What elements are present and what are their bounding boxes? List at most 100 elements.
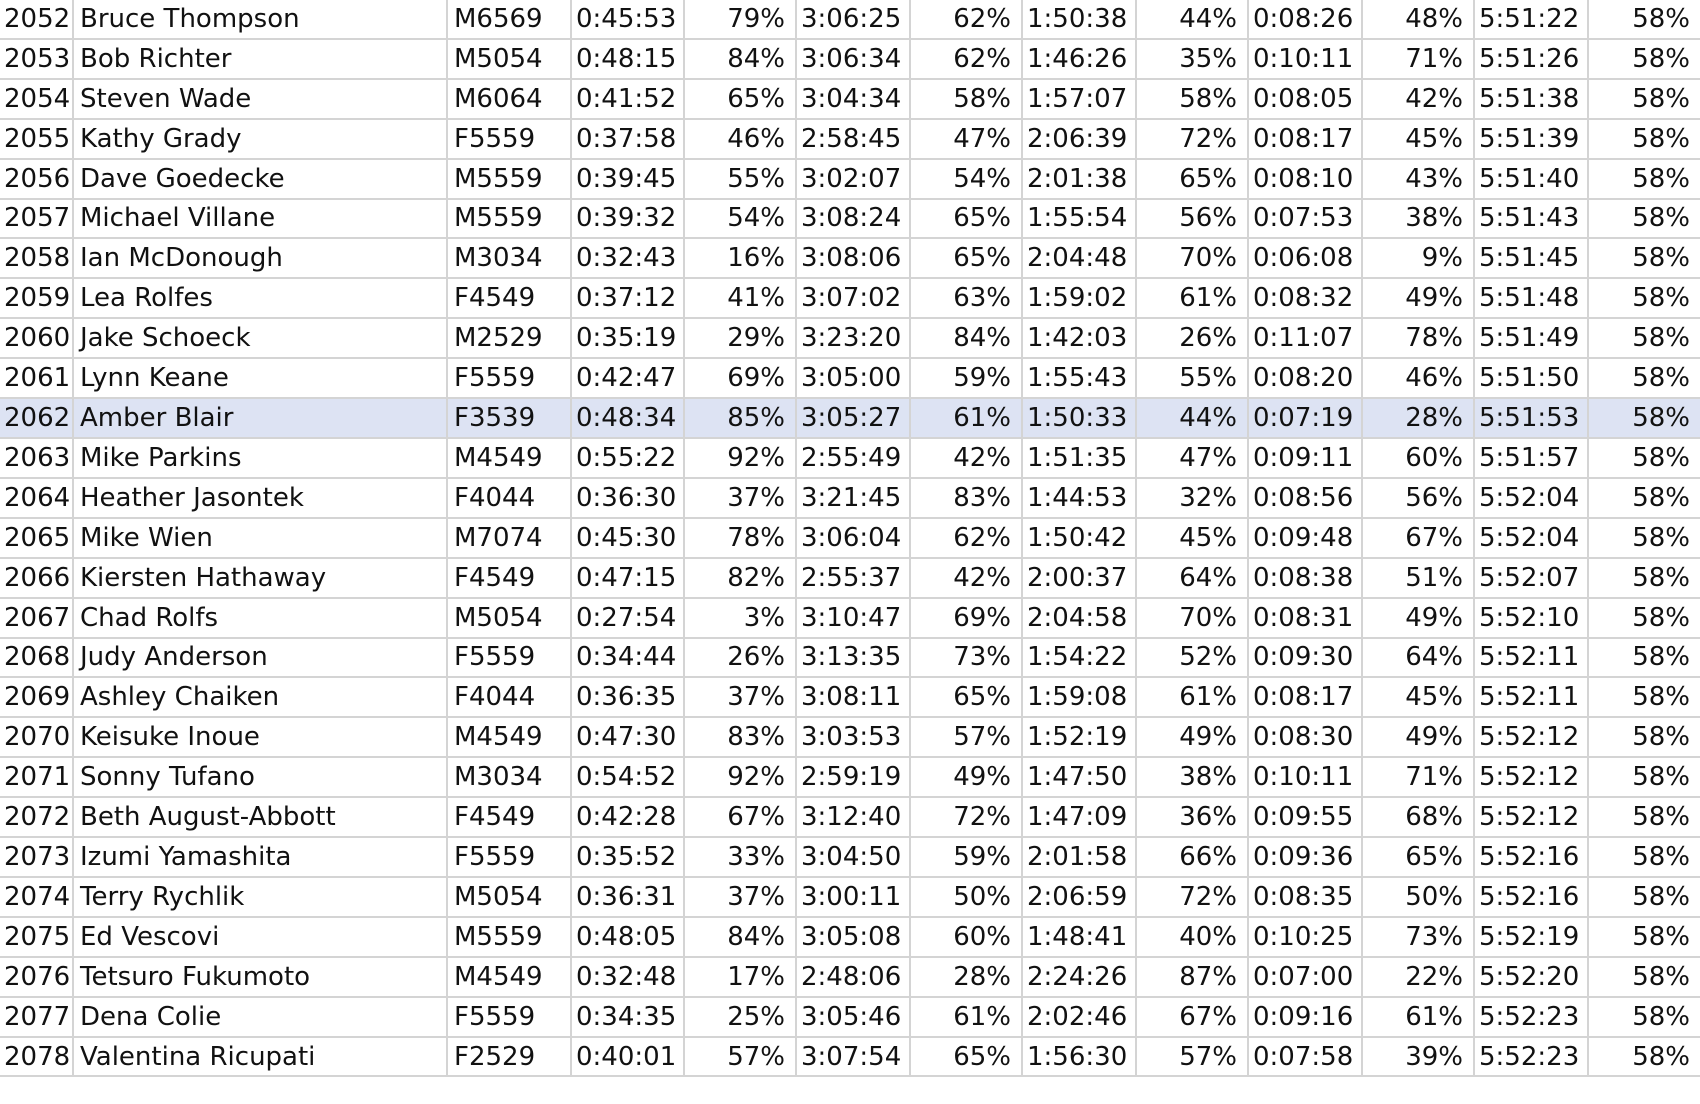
name-cell[interactable]: Keisuke Inoue [72,716,448,759]
run-time-cell[interactable]: 2:24:26 [1021,955,1137,998]
bib-cell[interactable]: 2062 [0,397,74,439]
run-pct-cell[interactable]: 70% [1135,237,1249,280]
bib-cell[interactable]: 2057 [0,197,74,240]
bib-cell[interactable]: 2064 [0,476,74,519]
bike-time-cell[interactable]: 2:55:49 [795,436,911,479]
swim-time-cell[interactable]: 0:35:19 [570,317,685,360]
name-cell[interactable]: Ian McDonough [72,237,448,280]
transition-time-cell[interactable]: 0:11:07 [1247,317,1363,360]
swim-pct-cell[interactable]: 83% [683,716,797,759]
table-row[interactable]: 2070 Keisuke Inoue M4549 0:47:30 83% 3:03:53 5… [0,716,1700,759]
bike-time-cell[interactable]: 2:48:06 [795,955,911,998]
transition-pct-cell[interactable]: 43% [1361,157,1475,200]
swim-time-cell[interactable]: 0:32:48 [570,955,685,998]
table-row[interactable]: 2077 Dena Colie F5559 0:34:35 25% 3:05:46 61% 2… [0,995,1700,1038]
name-cell[interactable]: Dena Colie [72,995,448,1038]
bib-cell[interactable]: 2066 [0,556,74,599]
bike-time-cell[interactable]: 2:59:19 [795,756,911,799]
swim-pct-cell[interactable]: 85% [683,397,797,439]
division-cell[interactable]: M4549 [446,436,572,479]
bike-time-cell[interactable]: 3:08:06 [795,237,911,280]
bike-time-cell[interactable]: 3:05:00 [795,357,911,400]
run-pct-cell[interactable]: 61% [1135,277,1249,320]
bike-time-cell[interactable]: 3:02:07 [795,157,911,200]
total-time-cell[interactable]: 5:52:10 [1473,596,1589,639]
swim-time-cell[interactable]: 0:41:52 [570,77,685,120]
transition-time-cell[interactable]: 0:08:32 [1247,277,1363,320]
run-time-cell[interactable]: 1:47:09 [1021,796,1137,839]
name-cell[interactable]: Sonny Tufano [72,756,448,799]
transition-time-cell[interactable]: 0:07:58 [1247,1035,1363,1078]
swim-time-cell[interactable]: 0:45:53 [570,0,685,40]
table-row[interactable]: 2054 Steven Wade M6064 0:41:52 65% 3:04:34 58%… [0,77,1700,120]
total-pct-cell[interactable]: 58% [1587,476,1700,519]
table-row[interactable]: 2067 Chad Rolfs M5054 0:27:54 3% 3:10:47 69% 2:… [0,596,1700,639]
name-cell[interactable]: Beth August-Abbott [72,796,448,839]
swim-pct-cell[interactable]: 17% [683,955,797,998]
total-time-cell[interactable]: 5:52:04 [1473,516,1589,559]
transition-time-cell[interactable]: 0:06:08 [1247,237,1363,280]
run-pct-cell[interactable]: 47% [1135,436,1249,479]
bib-cell[interactable]: 2052 [0,0,74,40]
total-time-cell[interactable]: 5:51:43 [1473,197,1589,240]
bike-time-cell[interactable]: 3:04:34 [795,77,911,120]
bike-pct-cell[interactable]: 59% [909,357,1023,400]
division-cell[interactable]: F4549 [446,796,572,839]
transition-pct-cell[interactable]: 48% [1361,0,1475,40]
total-pct-cell[interactable]: 58% [1587,636,1700,679]
run-time-cell[interactable]: 1:44:53 [1021,476,1137,519]
table-row[interactable]: 2055 Kathy Grady F5559 0:37:58 46% 2:58:45 47%… [0,117,1700,160]
transition-time-cell[interactable]: 0:09:11 [1247,436,1363,479]
transition-time-cell[interactable]: 0:09:48 [1247,516,1363,559]
swim-time-cell[interactable]: 0:27:54 [570,596,685,639]
bike-time-cell[interactable]: 3:07:02 [795,277,911,320]
division-cell[interactable]: F4044 [446,676,572,719]
run-pct-cell[interactable]: 32% [1135,476,1249,519]
bike-time-cell[interactable]: 3:07:54 [795,1035,911,1078]
table-row[interactable]: 2062 Amber Blair F3539 0:48:34 85% 3:05:27 61%… [0,397,1700,439]
run-pct-cell[interactable]: 70% [1135,596,1249,639]
transition-time-cell[interactable]: 0:08:26 [1247,0,1363,40]
transition-time-cell[interactable]: 0:08:56 [1247,476,1363,519]
bike-time-cell[interactable]: 3:13:35 [795,636,911,679]
total-pct-cell[interactable]: 58% [1587,436,1700,479]
run-time-cell[interactable]: 2:02:46 [1021,995,1137,1038]
table-row[interactable]: 2066 Kiersten Hathaway F4549 0:47:15 82% 2:55… [0,556,1700,599]
swim-pct-cell[interactable]: 57% [683,1035,797,1078]
bib-cell[interactable]: 2053 [0,37,74,80]
swim-pct-cell[interactable]: 92% [683,756,797,799]
name-cell[interactable]: Izumi Yamashita [72,836,448,878]
bike-pct-cell[interactable]: 54% [909,157,1023,200]
bike-pct-cell[interactable]: 42% [909,436,1023,479]
run-time-cell[interactable]: 1:55:43 [1021,357,1137,400]
run-time-cell[interactable]: 1:48:41 [1021,915,1137,958]
bike-pct-cell[interactable]: 84% [909,317,1023,360]
run-pct-cell[interactable]: 67% [1135,995,1249,1038]
total-time-cell[interactable]: 5:51:49 [1473,317,1589,360]
bib-cell[interactable]: 2077 [0,995,74,1038]
bike-pct-cell[interactable]: 65% [909,1035,1023,1078]
table-row[interactable]: 2063 Mike Parkins M4549 0:55:22 92% 2:55:49 42… [0,436,1700,479]
transition-pct-cell[interactable]: 56% [1361,476,1475,519]
total-pct-cell[interactable]: 58% [1587,1035,1700,1078]
swim-pct-cell[interactable]: 46% [683,117,797,160]
bike-time-cell[interactable]: 3:04:50 [795,836,911,878]
bike-time-cell[interactable]: 3:05:27 [795,397,911,439]
swim-pct-cell[interactable]: 55% [683,157,797,200]
name-cell[interactable]: Mike Parkins [72,436,448,479]
bib-cell[interactable]: 2067 [0,596,74,639]
table-row[interactable]: 2065 Mike Wien M7074 0:45:30 78% 3:06:04 62% 1:… [0,516,1700,559]
table-row[interactable]: 2071 Sonny Tufano M3034 0:54:52 92% 2:59:19 49… [0,756,1700,799]
total-time-cell[interactable]: 5:52:20 [1473,955,1589,998]
total-time-cell[interactable]: 5:52:12 [1473,796,1589,839]
bike-pct-cell[interactable]: 58% [909,77,1023,120]
bike-time-cell[interactable]: 3:10:47 [795,596,911,639]
bike-pct-cell[interactable]: 65% [909,237,1023,280]
bike-pct-cell[interactable]: 65% [909,676,1023,719]
transition-time-cell[interactable]: 0:09:36 [1247,836,1363,878]
division-cell[interactable]: M3034 [446,237,572,280]
transition-time-cell[interactable]: 0:10:25 [1247,915,1363,958]
total-pct-cell[interactable]: 58% [1587,117,1700,160]
bike-pct-cell[interactable]: 83% [909,476,1023,519]
bib-cell[interactable]: 2078 [0,1035,74,1078]
